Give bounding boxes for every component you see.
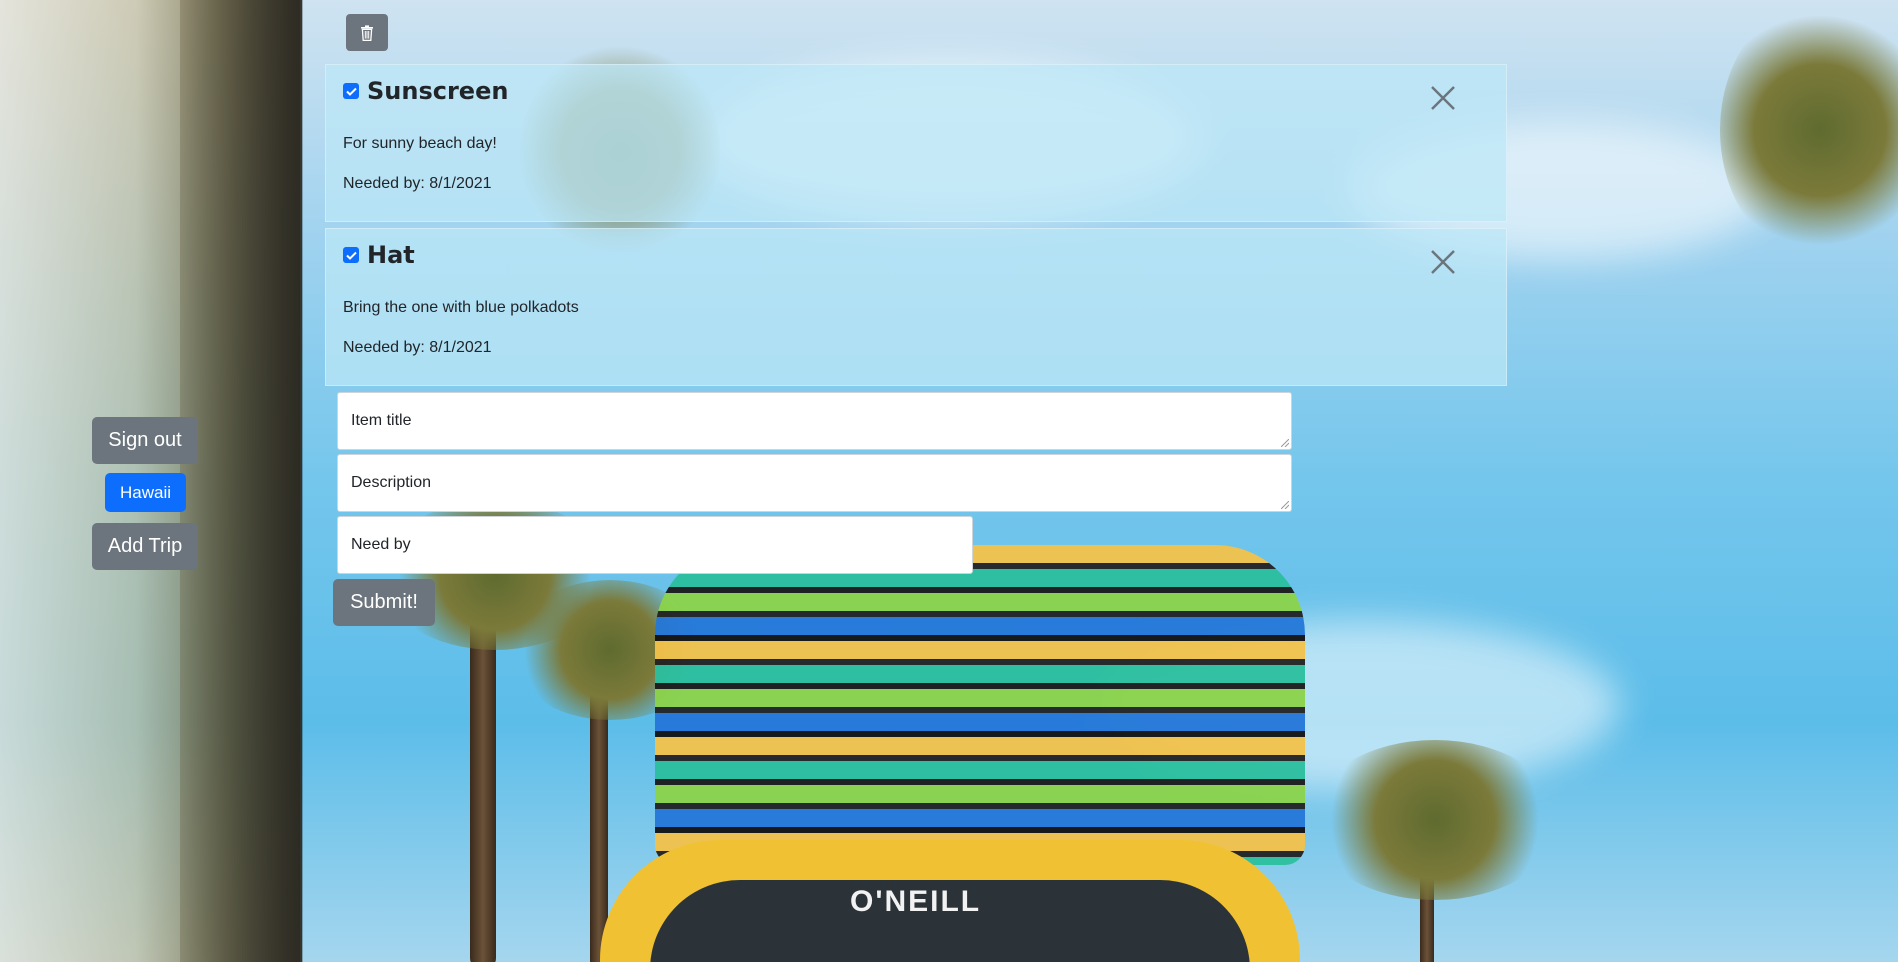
item-description: For sunny beach day!	[343, 135, 497, 152]
item-checkbox[interactable]	[343, 247, 359, 263]
resize-grip-icon[interactable]	[1281, 501, 1289, 509]
palm-crown	[1310, 740, 1560, 900]
trash-icon	[361, 24, 373, 41]
need-by-input[interactable]: Need by	[337, 516, 973, 574]
description-placeholder: Description	[351, 474, 432, 491]
item-needed-by: Needed by: 8/1/2021	[343, 175, 492, 192]
item-title-placeholder: Item title	[351, 412, 412, 429]
item-title: Hat	[367, 241, 415, 269]
add-trip-button[interactable]: Add Trip	[92, 523, 198, 570]
checkmark-icon	[345, 87, 357, 96]
trip-button-hawaii[interactable]: Hawaii	[105, 473, 186, 512]
item-title-input[interactable]: Item title	[337, 392, 1292, 450]
item-card: Hat Bring the one with blue polkadots Ne…	[325, 228, 1507, 386]
sign-out-button[interactable]: Sign out	[92, 417, 198, 464]
item-needed-by: Needed by: 8/1/2021	[343, 339, 492, 356]
close-icon[interactable]	[1430, 85, 1456, 111]
delete-button[interactable]	[346, 14, 388, 51]
item-card-header: Hat	[343, 241, 415, 269]
item-checkbox[interactable]	[343, 83, 359, 99]
sidebar-divider	[300, 0, 303, 964]
app-root: O'NEILL Sign out Hawaii Add Trip Sunscre…	[0, 0, 1898, 964]
item-card: Sunscreen For sunny beach day! Needed by…	[325, 64, 1507, 222]
item-description: Bring the one with blue polkadots	[343, 299, 579, 316]
van-brand-text: O'NEILL	[850, 885, 982, 918]
description-input[interactable]: Description	[337, 454, 1292, 512]
item-title: Sunscreen	[367, 77, 509, 105]
submit-button[interactable]: Submit!	[333, 579, 435, 626]
kayak-stack	[655, 545, 1305, 865]
close-icon[interactable]	[1430, 249, 1456, 275]
resize-grip-icon[interactable]	[1281, 439, 1289, 447]
checkmark-icon	[345, 251, 357, 260]
item-card-header: Sunscreen	[343, 77, 508, 105]
need-by-placeholder: Need by	[351, 536, 411, 553]
